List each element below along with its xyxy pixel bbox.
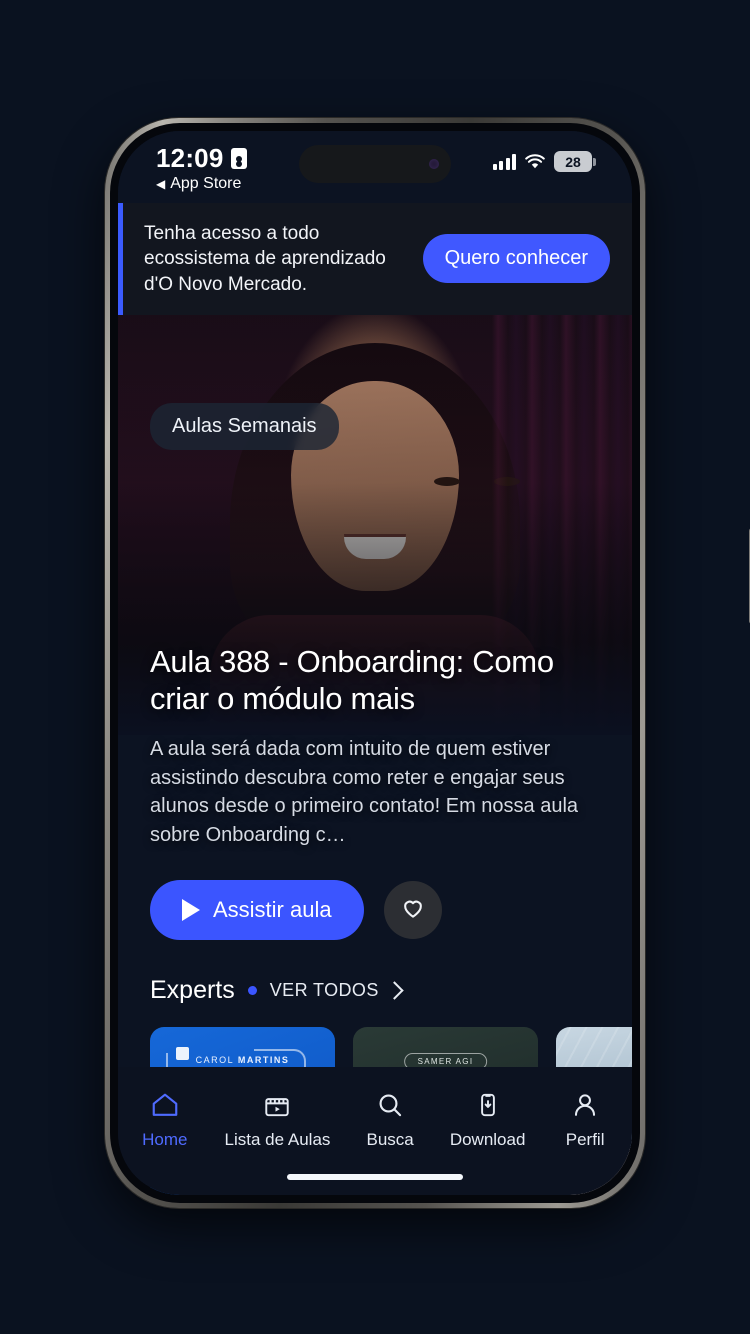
status-bar-right: 28	[492, 151, 596, 172]
separator-dot	[247, 985, 257, 995]
nav-label-busca: Busca	[366, 1130, 414, 1149]
clapperboard-icon	[261, 1089, 293, 1121]
nav-item-home[interactable]: Home	[131, 1089, 199, 1150]
phone-bezel: 12:09 ◀ App Store 28 Tenha acesso a todo…	[110, 123, 640, 1203]
battery-level: 28	[554, 151, 592, 172]
phone-frame: 12:09 ◀ App Store 28 Tenha acesso a todo…	[105, 118, 750, 1208]
back-app-label: App Store	[170, 175, 242, 192]
ver-todos-link[interactable]: VER TODOS	[269, 979, 404, 1001]
battery-indicator: 28	[554, 151, 596, 172]
ver-todos-label: VER TODOS	[269, 979, 379, 1000]
hero-title: Aula 388 - Onboarding: Como criar o módu…	[150, 643, 554, 716]
nav-label-download: Download	[449, 1130, 526, 1149]
nav-item-download[interactable]: Download	[449, 1089, 526, 1150]
status-time-group: 12:09	[156, 143, 247, 174]
wifi-icon	[525, 153, 545, 170]
nav-item-perfil[interactable]: Perfil	[551, 1089, 619, 1150]
nav-label-perfil: Perfil	[565, 1130, 605, 1149]
expert-name-tag: CAROL MARTINS	[150, 1055, 335, 1065]
back-to-app-store-link[interactable]: ◀ App Store	[156, 175, 247, 193]
favorite-button[interactable]	[383, 880, 442, 939]
promo-banner-text: Tenha acesso a todo ecossistema de apren…	[144, 223, 386, 295]
dynamic-island	[299, 145, 451, 183]
watch-button-label: Assistir aula	[213, 896, 332, 922]
nav-item-lista-de-aulas[interactable]: Lista de Aulas	[224, 1089, 331, 1150]
experts-section-header: Experts VER TODOS	[118, 940, 632, 1005]
hero-description: A aula será dada com intuito de quem est…	[150, 738, 579, 846]
assistir-aula-button[interactable]: Assistir aula	[150, 879, 364, 940]
promo-banner[interactable]: Tenha acesso a todo ecossistema de apren…	[118, 203, 632, 315]
hero-actions: Assistir aula	[150, 879, 600, 940]
phone-download-icon	[472, 1089, 504, 1121]
quero-conhecer-button[interactable]: Quero conhecer	[422, 234, 610, 284]
person-icon	[569, 1089, 601, 1121]
play-icon	[182, 898, 200, 921]
hero-content: Aula 388 - Onboarding: Como criar o módu…	[118, 643, 632, 940]
status-bar: 12:09 ◀ App Store 28	[118, 131, 632, 203]
phone-screen: 12:09 ◀ App Store 28 Tenha acesso a todo…	[118, 131, 632, 1195]
battery-tip	[593, 157, 596, 166]
expert-name-first: CAROL	[195, 1054, 238, 1065]
front-camera-icon	[429, 159, 439, 169]
heart-icon	[400, 895, 426, 924]
home-icon	[149, 1089, 181, 1121]
home-indicator[interactable]	[287, 1174, 463, 1180]
search-icon	[374, 1089, 406, 1121]
nav-item-busca[interactable]: Busca	[356, 1089, 424, 1150]
back-chevron-icon: ◀	[156, 177, 166, 191]
promo-accent-bar	[118, 203, 123, 315]
chevron-right-icon	[385, 980, 404, 1000]
status-time: 12:09	[156, 143, 224, 173]
experts-section-title: Experts	[150, 975, 235, 1004]
status-bar-left: 12:09 ◀ App Store	[156, 143, 247, 193]
cellular-signal-icon	[492, 153, 516, 170]
nav-label-home: Home	[142, 1130, 188, 1149]
id-card-icon	[230, 148, 247, 169]
hero-category-badge: Aulas Semanais	[150, 402, 339, 450]
expert-name-last: MARTINS	[237, 1054, 290, 1065]
nav-label-lista-de-aulas: Lista de Aulas	[224, 1130, 331, 1149]
